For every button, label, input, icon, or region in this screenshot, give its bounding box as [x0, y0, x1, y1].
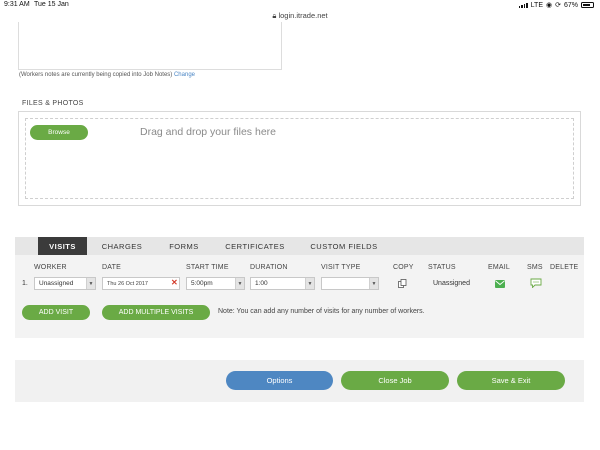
date-input[interactable]: Thu 26 Oct 2017	[102, 277, 180, 290]
chevron-down-icon: ▼	[235, 278, 244, 289]
col-header-copy: COPY	[393, 264, 414, 271]
status-date: Tue 15 Jan	[34, 1, 69, 8]
col-header-sms: SMS	[527, 264, 543, 271]
tab-custom-fields[interactable]: CUSTOM FIELDS	[304, 237, 384, 255]
add-visit-button[interactable]: ADD VISIT	[22, 305, 90, 320]
status-time: 9:31 AM	[4, 1, 30, 8]
copy-icon[interactable]	[398, 279, 407, 288]
start-time-select[interactable]: 5:00pm ▼	[186, 277, 245, 290]
chevron-down-icon: ▼	[369, 278, 378, 289]
col-header-date: DATE	[102, 264, 121, 271]
lock-icon: 🔒︎	[272, 11, 277, 20]
col-header-start-time: START TIME	[186, 264, 229, 271]
email-icon[interactable]	[495, 280, 505, 288]
tab-charges[interactable]: CHARGES	[96, 237, 148, 255]
visit-type-select[interactable]: ▼	[321, 277, 379, 290]
close-job-button[interactable]: Close Job	[341, 371, 449, 390]
visit-row-number: 1.	[22, 280, 28, 287]
sms-icon[interactable]	[530, 278, 542, 288]
status-right: LTE ◉ ⟳ 67%	[518, 1, 594, 9]
address-url: login.itrade.net	[278, 11, 328, 20]
date-input-value: Thu 26 Oct 2017	[107, 280, 148, 287]
visit-status: Unassigned	[433, 280, 470, 287]
save-exit-button[interactable]: Save & Exit	[457, 371, 565, 390]
carrier-label: LTE	[530, 1, 543, 9]
worker-notes-info: (Workers notes are currently being copie…	[19, 72, 195, 78]
col-header-visit-type: VISIT TYPE	[321, 264, 361, 271]
col-header-duration: DURATION	[250, 264, 288, 271]
tab-visits[interactable]: VISITS	[38, 237, 87, 255]
signal-icon	[518, 2, 528, 8]
battery-percent: 67%	[563, 1, 578, 9]
battery-icon	[581, 2, 594, 8]
address-bar[interactable]: 🔒︎ login.itrade.net	[0, 11, 600, 21]
dropzone-dashed-area	[25, 118, 574, 199]
dropzone-hint: Drag and drop your files here	[140, 126, 276, 138]
change-link[interactable]: Change	[174, 72, 195, 78]
options-button[interactable]: Options	[226, 371, 333, 390]
worker-select[interactable]: Unassigned ▼	[34, 277, 96, 290]
col-header-delete: DELETE	[550, 264, 579, 271]
ios-status-bar: 9:31 AM Tue 15 Jan 🔒︎ login.itrade.net L…	[0, 0, 600, 20]
add-multiple-visits-button[interactable]: ADD MULTIPLE VISITS	[102, 305, 210, 320]
file-dropzone[interactable]	[18, 111, 581, 206]
col-header-worker: WORKER	[34, 264, 67, 271]
start-time-value: 5:00pm	[191, 280, 213, 287]
duration-value: 1:00	[255, 280, 268, 287]
tab-forms[interactable]: FORMS	[162, 237, 206, 255]
worker-notes-info-text: (Workers notes are currently being copie…	[19, 72, 173, 78]
chevron-down-icon: ▼	[86, 278, 95, 289]
duration-select[interactable]: 1:00 ▼	[250, 277, 315, 290]
col-header-status: STATUS	[428, 264, 456, 271]
chevron-down-icon: ▼	[305, 278, 314, 289]
browse-button[interactable]: Browse	[30, 125, 88, 140]
visits-note: Note: You can add any number of visits f…	[218, 308, 425, 315]
worker-select-value: Unassigned	[39, 280, 74, 287]
tab-certificates[interactable]: CERTIFICATES	[220, 237, 290, 255]
orientation-lock-icon: ⟳	[555, 2, 561, 9]
wifi-icon: ◉	[546, 2, 553, 9]
clear-date-icon[interactable]: ✕	[171, 279, 178, 287]
worker-notes-textarea[interactable]	[18, 22, 282, 70]
files-section-title: FILES & PHOTOS	[22, 100, 84, 107]
col-header-email: EMAIL	[488, 264, 511, 271]
